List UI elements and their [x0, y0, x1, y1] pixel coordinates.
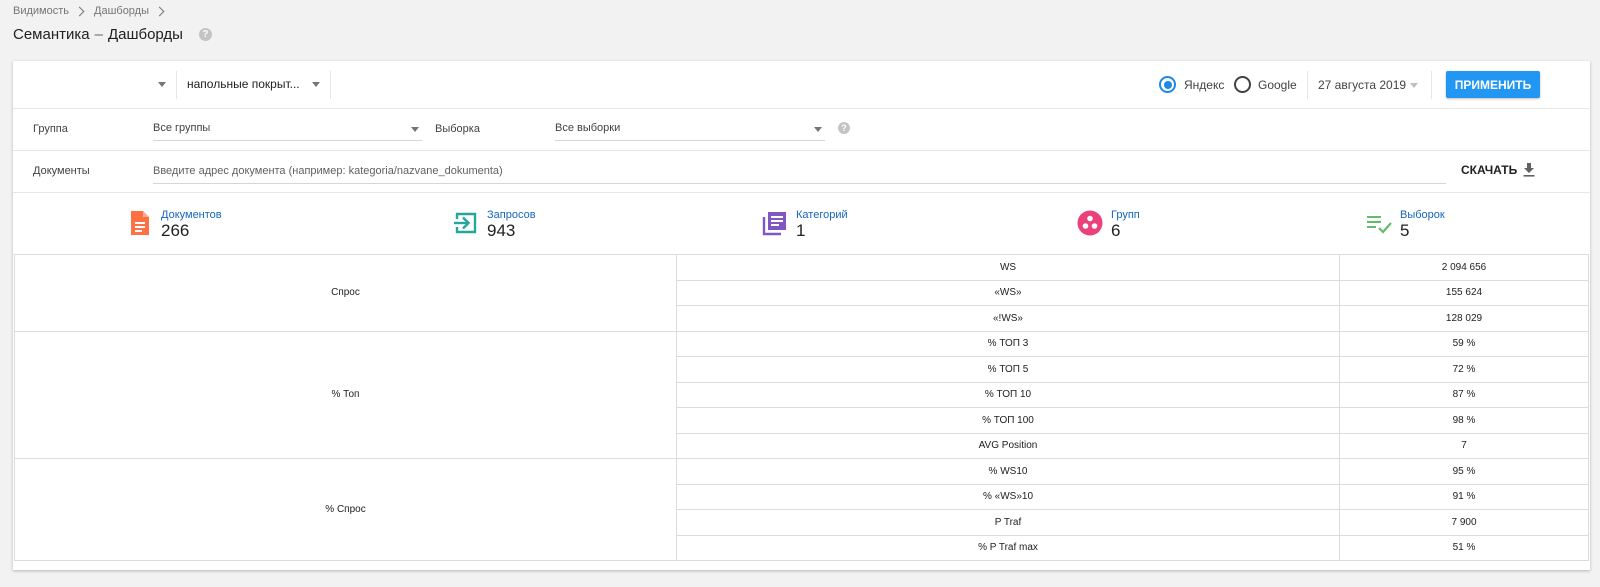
stat-queries-label: Запросов	[487, 209, 536, 221]
document-icon	[131, 211, 149, 235]
table-row: % Топ% ТОП 3 59 %	[14, 330, 1589, 459]
radio-google[interactable]	[1234, 76, 1251, 93]
table-metric-cell: P Traf	[676, 509, 1340, 536]
filter-bar-documents: Документы СКАЧАТЬ	[13, 151, 1590, 193]
sample-select-value: Все выборки	[555, 122, 621, 134]
page-title-main: Семантика	[13, 25, 90, 43]
documents-label: Документы	[33, 165, 90, 177]
chevron-down-icon	[411, 127, 419, 132]
download-icon	[1523, 163, 1535, 177]
stat-samples-value: 5	[1400, 221, 1410, 240]
breadcrumb-item-visibility[interactable]: Видимость	[13, 5, 69, 17]
document-address-input[interactable]	[153, 158, 1446, 184]
table-value-cell: 98 %	[1339, 407, 1589, 434]
table-group-cell: % Спрос	[14, 458, 677, 561]
stat-samples-label: Выборок	[1400, 209, 1445, 221]
stat-groups: Групп 6	[1077, 209, 1140, 241]
table-value-cell: 72 %	[1339, 356, 1589, 383]
stat-documents-label: Документов	[161, 209, 222, 221]
metrics-table: Спрос WS 2 094 656 «WS» 155 624 «!WS» 128 029%…	[14, 254, 1589, 561]
divider	[1431, 71, 1432, 99]
table-value-cell: 155 624	[1339, 279, 1589, 306]
table-metric-cell: % ТОП 10	[676, 381, 1340, 408]
group-circles-icon	[1077, 210, 1103, 236]
chevron-right-icon	[74, 6, 85, 16]
table-row: % Спрос% WS10 95 %	[14, 458, 1589, 561]
table-metric-cell: % ТОП 5	[676, 356, 1340, 383]
stat-groups-value: 6	[1111, 221, 1121, 240]
table-metric-cell: «!WS»	[676, 305, 1340, 332]
stat-categories-value: 1	[796, 221, 806, 240]
filter-bar-groups: Группа Все группы Выборка Все выборки ?	[13, 109, 1590, 151]
stat-categories: Категорий 1	[762, 209, 848, 241]
help-icon[interactable]: ?	[838, 122, 850, 134]
group-select-value: Все группы	[153, 122, 211, 134]
table-value-cell: 87 %	[1339, 381, 1589, 408]
table-metric-cell: % WS10	[676, 458, 1340, 485]
title-separator: –	[94, 25, 103, 43]
stats-bar: Документов 266 Запросов 943 Категорий 1 …	[13, 193, 1590, 254]
divider	[330, 71, 331, 99]
table-value-cell: 7	[1339, 432, 1589, 459]
chevron-down-icon[interactable]	[1410, 83, 1418, 88]
sample-select[interactable]: Все выборки	[555, 119, 825, 141]
table-value-cell: 91 %	[1339, 483, 1589, 510]
chevron-right-icon	[154, 6, 165, 16]
table-metric-cell: «WS»	[676, 279, 1340, 306]
table-group-cell: Спрос	[14, 254, 677, 332]
group-label: Группа	[33, 123, 68, 135]
group-select[interactable]: Все группы	[153, 119, 422, 141]
table-value-cell: 95 %	[1339, 458, 1589, 485]
table-row: Спрос WS 2 094 656	[14, 254, 1589, 332]
table-metric-cell: % «WS»10	[676, 483, 1340, 510]
apply-button[interactable]: ПРИМЕНИТЬ	[1446, 71, 1540, 98]
breadcrumb: Видимость Дашборды	[13, 3, 174, 19]
table-metric-cell: AVG Position	[676, 432, 1340, 459]
table-value-cell: 128 029	[1339, 305, 1589, 332]
dashboard-card: напольные покрыт... Яндекс Google 27 авг…	[13, 61, 1590, 570]
date-select[interactable]: 27 августа 2019	[1318, 78, 1406, 92]
login-arrow-icon	[454, 212, 477, 234]
radio-yandex[interactable]	[1159, 76, 1176, 93]
page-title: Семантика – Дашборды ?	[13, 24, 212, 44]
table-metric-cell: % ТОП 100	[676, 407, 1340, 434]
query-select[interactable]: напольные покрыт...	[187, 77, 300, 91]
divider	[1307, 71, 1308, 99]
playlist-check-icon	[1367, 216, 1392, 234]
stat-documents: Документов 266	[127, 209, 222, 241]
table-group-cell: % Топ	[14, 330, 677, 459]
download-button[interactable]: СКАЧАТЬ	[1461, 163, 1535, 177]
stat-queries-value: 943	[487, 221, 516, 240]
table-value-cell: 2 094 656	[1339, 254, 1589, 281]
chevron-down-icon	[814, 127, 822, 132]
download-label: СКАЧАТЬ	[1461, 163, 1518, 177]
divider	[176, 71, 177, 99]
table-value-cell: 51 %	[1339, 534, 1589, 561]
stat-categories-label: Категорий	[796, 209, 848, 221]
page-title-sub: Дашборды	[107, 25, 183, 43]
table-metric-cell: % P Traf max	[676, 534, 1340, 561]
project-dropdown-arrow-icon[interactable]	[158, 82, 166, 87]
help-icon[interactable]: ?	[198, 27, 212, 41]
breadcrumb-item-dashboards[interactable]: Дашборды	[94, 5, 149, 17]
sample-label: Выборка	[435, 123, 480, 135]
stat-queries: Запросов 943	[453, 209, 536, 241]
stat-samples: Выборок 5	[1366, 209, 1445, 241]
chevron-down-icon[interactable]	[312, 82, 320, 87]
radio-google-label[interactable]: Google	[1258, 78, 1297, 92]
table-value-cell: 59 %	[1339, 330, 1589, 357]
library-books-icon	[762, 212, 786, 236]
table-metric-cell: WS	[676, 254, 1340, 281]
table-metric-cell: % ТОП 3	[676, 330, 1340, 357]
radio-yandex-label[interactable]: Яндекс	[1184, 78, 1224, 92]
filter-bar-top: напольные покрыт... Яндекс Google 27 авг…	[13, 61, 1590, 109]
stat-groups-label: Групп	[1111, 209, 1140, 221]
stat-documents-value: 266	[161, 221, 190, 240]
table-value-cell: 7 900	[1339, 509, 1589, 536]
